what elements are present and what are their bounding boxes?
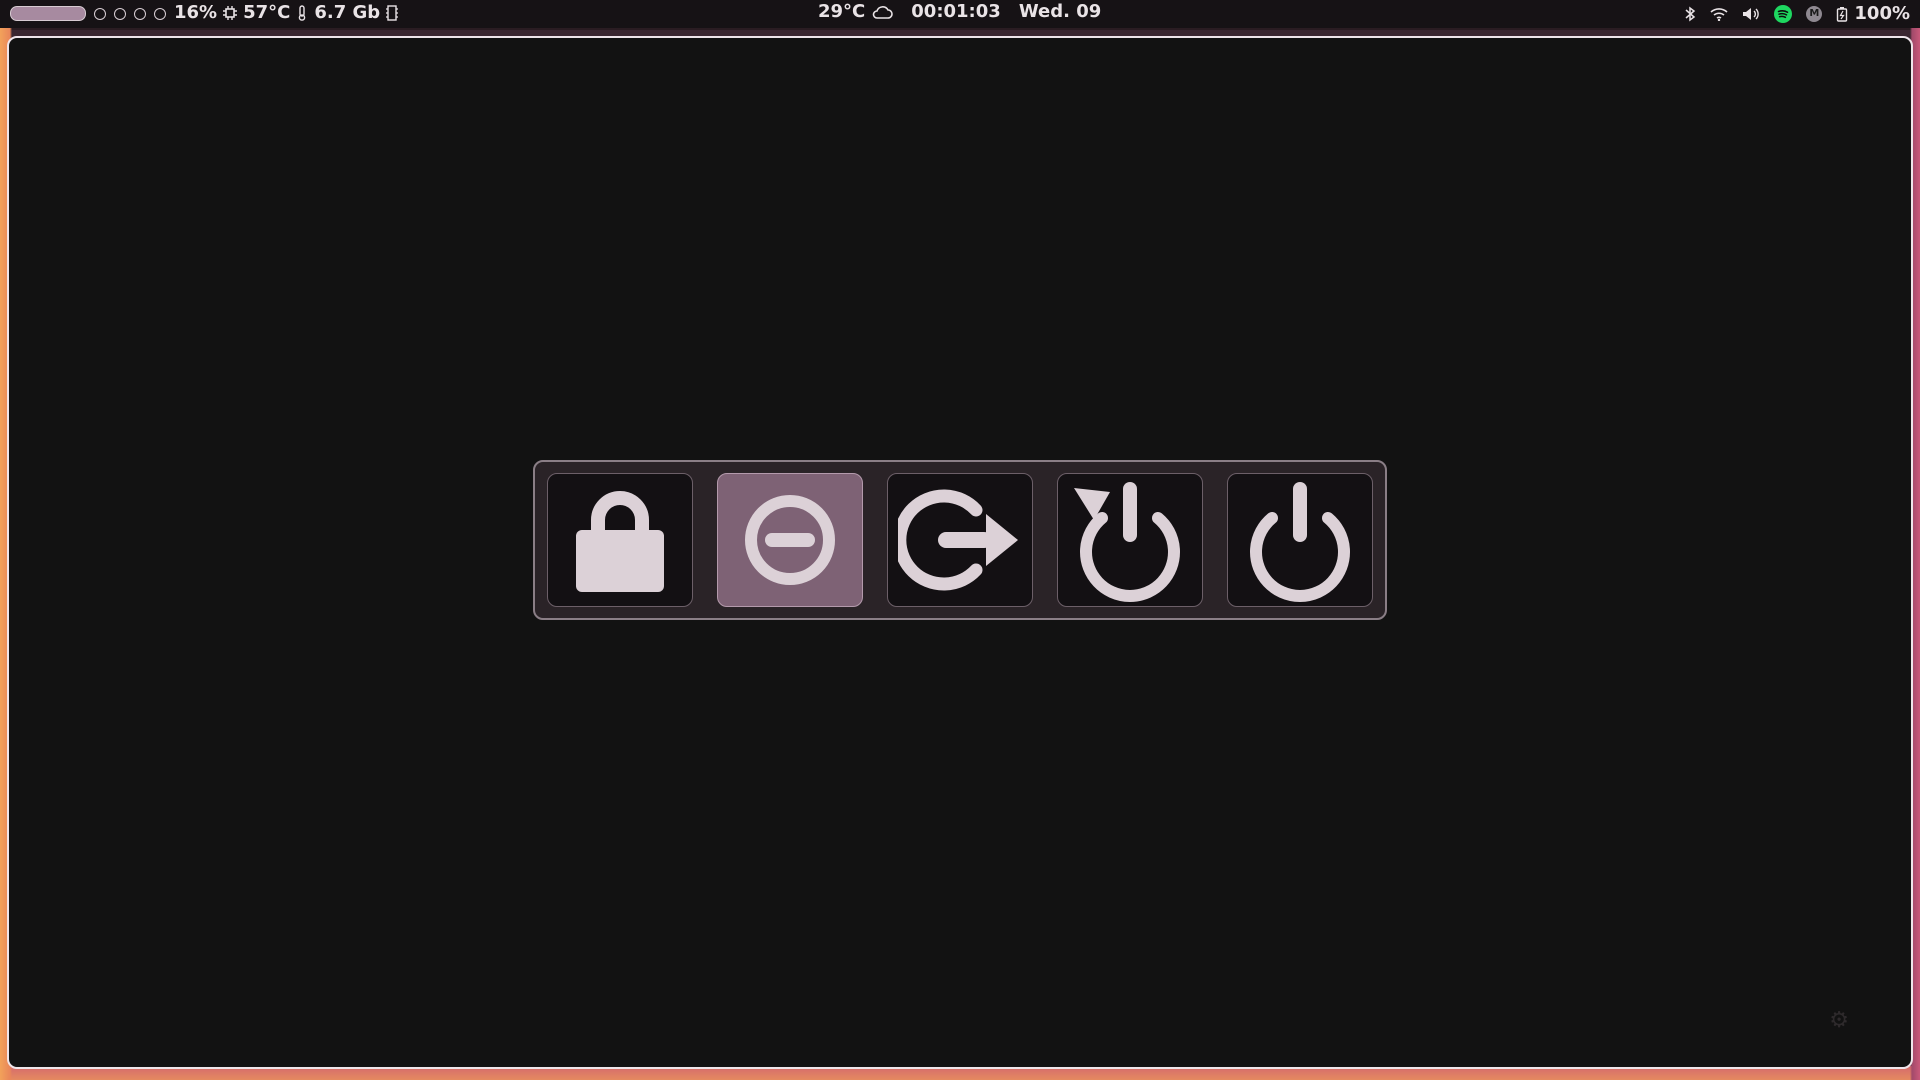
suspend-button[interactable] <box>717 473 863 607</box>
reboot-icon <box>1074 482 1180 602</box>
cloud-icon <box>871 4 894 20</box>
suspend-icon <box>745 495 835 585</box>
spotify-icon[interactable] <box>1774 4 1793 23</box>
system-tray: M 100% <box>1684 3 1910 24</box>
workspace-2[interactable] <box>94 7 106 20</box>
clock-weather: 29°C 00:01:03 Wed. 09 <box>818 1 1101 22</box>
thermometer-icon <box>296 4 308 21</box>
settings-gear-icon: ⚙ <box>1829 1008 1849 1033</box>
system-stats: 16% 57°C 6.7 Gb <box>174 2 399 23</box>
cpu-icon <box>223 5 238 20</box>
clock-time[interactable]: 00:01:03 <box>911 1 1001 22</box>
lock-button[interactable] <box>547 473 693 607</box>
weather-temperature: 29°C <box>818 1 866 22</box>
reboot-button[interactable] <box>1057 473 1203 607</box>
logout-icon <box>898 489 1018 591</box>
cpu-temperature: 57°C <box>243 2 291 23</box>
lock-icon <box>576 491 664 592</box>
volume-icon[interactable] <box>1742 6 1760 22</box>
shutdown-button[interactable] <box>1227 473 1373 607</box>
bluetooth-icon[interactable] <box>1684 6 1696 22</box>
ram-usage: 6.7 Gb <box>314 2 381 23</box>
workspace-4[interactable] <box>134 7 146 20</box>
cpu-usage: 16% <box>174 2 218 23</box>
top-bar: 16% 57°C 6.7 Gb 29°C 00:01:03 Wed. 09 M … <box>0 0 1920 28</box>
battery-widget[interactable]: 100% <box>1836 3 1910 24</box>
workspace-active[interactable] <box>10 6 86 21</box>
weather-widget[interactable]: 29°C <box>818 1 894 22</box>
battery-percent: 100% <box>1854 3 1910 24</box>
wifi-icon[interactable] <box>1710 7 1728 21</box>
battery-icon <box>1836 6 1848 22</box>
clock-date[interactable]: Wed. 09 <box>1019 1 1101 22</box>
workspace-3[interactable] <box>114 7 126 20</box>
memory-icon <box>386 4 399 21</box>
power-menu-panel <box>533 460 1387 620</box>
mail-icon[interactable]: M <box>1806 5 1823 22</box>
workspace-5[interactable] <box>154 7 166 20</box>
workspace-indicator <box>10 6 166 21</box>
logout-button[interactable] <box>887 473 1033 607</box>
shutdown-icon <box>1250 482 1350 602</box>
